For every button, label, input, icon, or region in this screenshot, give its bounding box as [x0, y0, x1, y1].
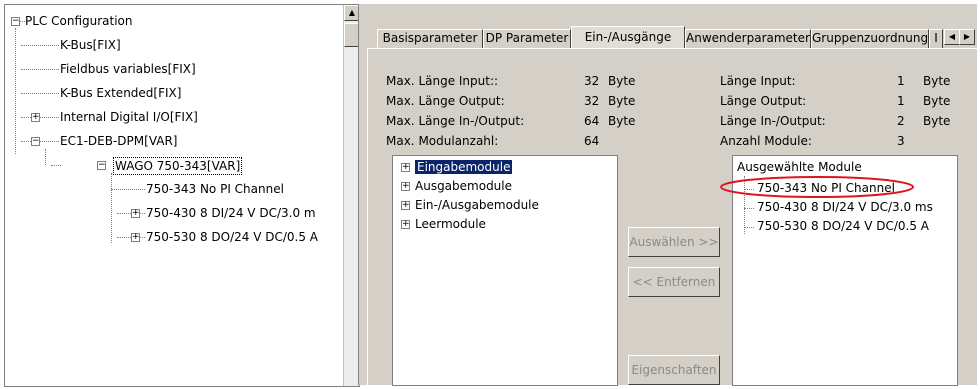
- expand-icon[interactable]: +: [131, 209, 140, 218]
- tree-connector: [21, 117, 59, 118]
- info-value: 64: [584, 134, 600, 148]
- tree-item-750-530[interactable]: 750-530 8 DO/24 V DC/0.5 A: [146, 229, 318, 245]
- info-unit: Byte: [923, 114, 951, 128]
- expand-icon[interactable]: +: [401, 201, 410, 210]
- highlight-circle-annotation: [720, 176, 914, 198]
- info-value: 32: [584, 74, 600, 88]
- selected-modules-header: Ausgewählte Module: [737, 160, 862, 174]
- tree-connector: [45, 149, 46, 165]
- info-value: 1: [897, 74, 905, 88]
- tree-connector: [744, 227, 754, 228]
- tree-connector: [111, 189, 145, 190]
- info-unit: Byte: [608, 114, 636, 128]
- expand-icon[interactable]: +: [401, 220, 410, 229]
- info-value: 3: [897, 134, 905, 148]
- module-group-eingabemodule[interactable]: Eingabemodule: [415, 160, 513, 174]
- tab-dp-parameter[interactable]: DP Parameter: [483, 29, 571, 48]
- info-label: Max. Länge Input::: [386, 74, 499, 88]
- tab-gruppenzuordnung[interactable]: Gruppenzuordnung: [811, 29, 929, 48]
- info-label: Länge In-/Output:: [720, 114, 826, 128]
- tab-scroll-right-icon[interactable]: ▶: [959, 29, 975, 45]
- info-value: 1: [897, 94, 905, 108]
- tree-connector: [21, 69, 59, 70]
- tree-connector: [15, 28, 16, 154]
- select-button[interactable]: Auswählen >>: [628, 227, 720, 257]
- expand-icon[interactable]: +: [131, 233, 140, 242]
- tab-basisparameter[interactable]: Basisparameter: [377, 29, 483, 48]
- tab-ein-ausgaenge[interactable]: Ein-/Ausgänge: [571, 26, 685, 49]
- tab-panel-ein-ausgaenge: Max. Länge Input:: 32 Byte Max. Länge Ou…: [367, 48, 977, 386]
- tree-connector: [21, 93, 59, 94]
- plc-configuration-tree[interactable]: − PLC Configuration K-Bus[FIX] Fieldbus …: [4, 4, 360, 387]
- collapse-icon[interactable]: −: [97, 161, 106, 170]
- info-label: Länge Input:: [720, 74, 796, 88]
- properties-panel: Basisparameter DP Parameter Ein-/Ausgäng…: [358, 4, 977, 386]
- tree-item-fieldbus-variables[interactable]: Fieldbus variables[FIX]: [60, 61, 196, 77]
- tree-item-internal-digital-io[interactable]: Internal Digital I/O[FIX]: [60, 109, 198, 125]
- tree-connector: [21, 141, 59, 142]
- info-unit: Byte: [608, 94, 636, 108]
- tree-connector: [111, 173, 112, 243]
- tree-item-750-343[interactable]: 750-343 No PI Channel: [146, 181, 284, 197]
- expand-icon[interactable]: +: [401, 163, 410, 172]
- tree-item-k-bus[interactable]: K-Bus[FIX]: [60, 37, 121, 53]
- remove-button[interactable]: << Entfernen: [628, 267, 720, 297]
- selected-module-item[interactable]: 750-430 8 DI/24 V DC/3.0 ms: [757, 200, 933, 214]
- info-value: 32: [584, 94, 600, 108]
- collapse-icon[interactable]: −: [11, 17, 20, 26]
- info-unit: Byte: [923, 94, 951, 108]
- tree-connector: [744, 208, 754, 209]
- available-modules-list[interactable]: + Eingabemodule + Ausgabemodule + Ein-/A…: [392, 155, 618, 386]
- expand-icon[interactable]: +: [31, 113, 40, 122]
- info-value: 2: [897, 114, 905, 128]
- tree-connector: [51, 165, 61, 166]
- module-group-ein-ausgabemodule[interactable]: Ein-/Ausgabemodule: [415, 198, 539, 212]
- tab-scroll-left-icon[interactable]: ◀: [944, 29, 960, 45]
- info-label: Max. Länge Output:: [386, 94, 505, 108]
- tree-item-wago-750-343[interactable]: WAGO 750-343[VAR]: [113, 157, 243, 175]
- module-group-leermodule[interactable]: Leermodule: [415, 217, 486, 231]
- tree-item-k-bus-extended[interactable]: K-Bus Extended[FIX]: [60, 85, 181, 101]
- info-unit: Byte: [608, 74, 636, 88]
- tab-overflow[interactable]: I: [929, 29, 943, 48]
- expand-icon[interactable]: +: [401, 182, 410, 191]
- tab-anwenderparameter[interactable]: Anwenderparameter: [685, 29, 811, 48]
- selected-modules-list[interactable]: Ausgewählte Module 750-343 No PI Channel…: [720, 155, 958, 386]
- tree-item-750-430[interactable]: 750-430 8 DI/24 V DC/3.0 m: [146, 205, 316, 221]
- info-label: Max. Länge In-/Output:: [386, 114, 525, 128]
- module-group-ausgabemodule[interactable]: Ausgabemodule: [415, 179, 512, 193]
- properties-button[interactable]: Eigenschaften: [628, 355, 720, 385]
- tree-connector: [21, 45, 59, 46]
- selected-module-item[interactable]: 750-530 8 DO/24 V DC/0.5 A: [757, 219, 929, 233]
- collapse-icon[interactable]: −: [31, 137, 40, 146]
- info-label: Max. Modulanzahl:: [386, 134, 499, 148]
- info-unit: Byte: [923, 74, 951, 88]
- tree-root-plc-configuration[interactable]: PLC Configuration: [25, 13, 133, 29]
- info-value: 64: [584, 114, 600, 128]
- info-label: Länge Output:: [720, 94, 807, 108]
- info-label: Anzahl Module:: [720, 134, 812, 148]
- tree-item-ec1-deb-dpm[interactable]: EC1-DEB-DPM[VAR]: [60, 133, 178, 149]
